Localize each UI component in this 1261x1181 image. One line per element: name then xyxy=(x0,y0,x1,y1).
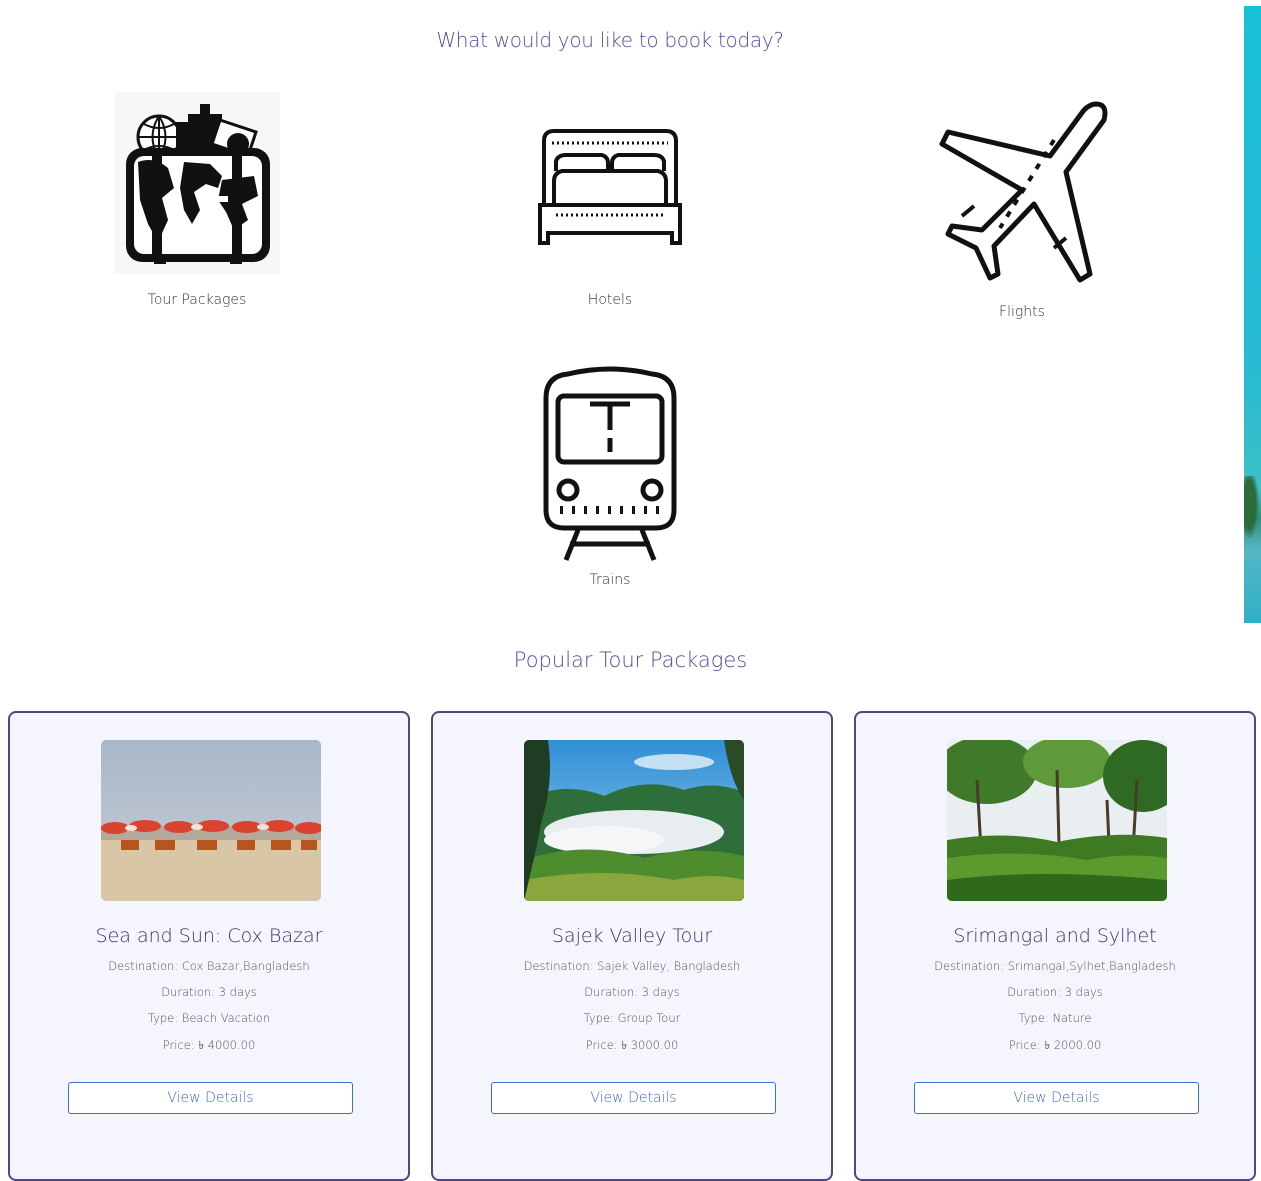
package-card: Sea and Sun: Cox Bazar Destination: Cox … xyxy=(8,711,410,1181)
package-price: Price: ৳ 2000.00 xyxy=(1008,1038,1102,1052)
package-title: Srimangal and Sylhet xyxy=(953,925,1157,947)
option-flights[interactable]: Flights xyxy=(922,98,1122,320)
popular-packages-title: Popular Tour Packages xyxy=(513,648,748,672)
package-destination: Destination: Cox Bazar,Bangladesh xyxy=(108,959,310,973)
package-photo-valley xyxy=(524,740,744,901)
option-label: Tour Packages xyxy=(147,292,247,308)
option-hotels[interactable]: Hotels xyxy=(510,127,710,308)
package-photo-beach xyxy=(101,740,321,901)
package-duration: Duration: 3 days xyxy=(1007,985,1103,999)
option-tour-packages[interactable]: Tour Packages xyxy=(97,92,297,308)
option-trains[interactable]: Trains xyxy=(510,366,710,588)
package-type: Type: Nature xyxy=(1018,1011,1092,1025)
suitcase-globe-icon xyxy=(114,92,280,274)
airplane-icon xyxy=(934,98,1110,288)
view-details-button[interactable]: View Details xyxy=(491,1082,776,1114)
package-destination: Destination: Sajek Valley, Bangladesh xyxy=(523,959,741,973)
package-destination: Destination: Srimangal,Sylhet,Bangladesh xyxy=(934,959,1176,973)
package-price: Price: ৳ 3000.00 xyxy=(585,1038,679,1052)
package-photo-tea-garden xyxy=(947,740,1167,901)
package-duration: Duration: 3 days xyxy=(161,985,257,999)
package-type: Type: Beach Vacation xyxy=(147,1011,271,1025)
view-details-button[interactable]: View Details xyxy=(914,1082,1199,1114)
side-banner-image xyxy=(1244,6,1261,623)
package-title: Sea and Sun: Cox Bazar xyxy=(95,925,323,947)
view-details-button[interactable]: View Details xyxy=(68,1082,353,1114)
package-title: Sajek Valley Tour xyxy=(551,925,713,947)
option-label: Flights xyxy=(999,304,1045,320)
bed-icon xyxy=(536,127,684,247)
option-label: Hotels xyxy=(587,292,633,308)
package-card: Sajek Valley Tour Destination: Sajek Val… xyxy=(431,711,833,1181)
booking-heading: What would you like to book today? xyxy=(436,28,784,52)
package-price: Price: ৳ 4000.00 xyxy=(162,1038,256,1052)
package-card: Srimangal and Sylhet Destination: Sriman… xyxy=(854,711,1256,1181)
package-duration: Duration: 3 days xyxy=(584,985,680,999)
train-icon xyxy=(542,366,678,562)
package-type: Type: Group Tour xyxy=(583,1011,681,1025)
option-label: Trains xyxy=(589,572,631,588)
